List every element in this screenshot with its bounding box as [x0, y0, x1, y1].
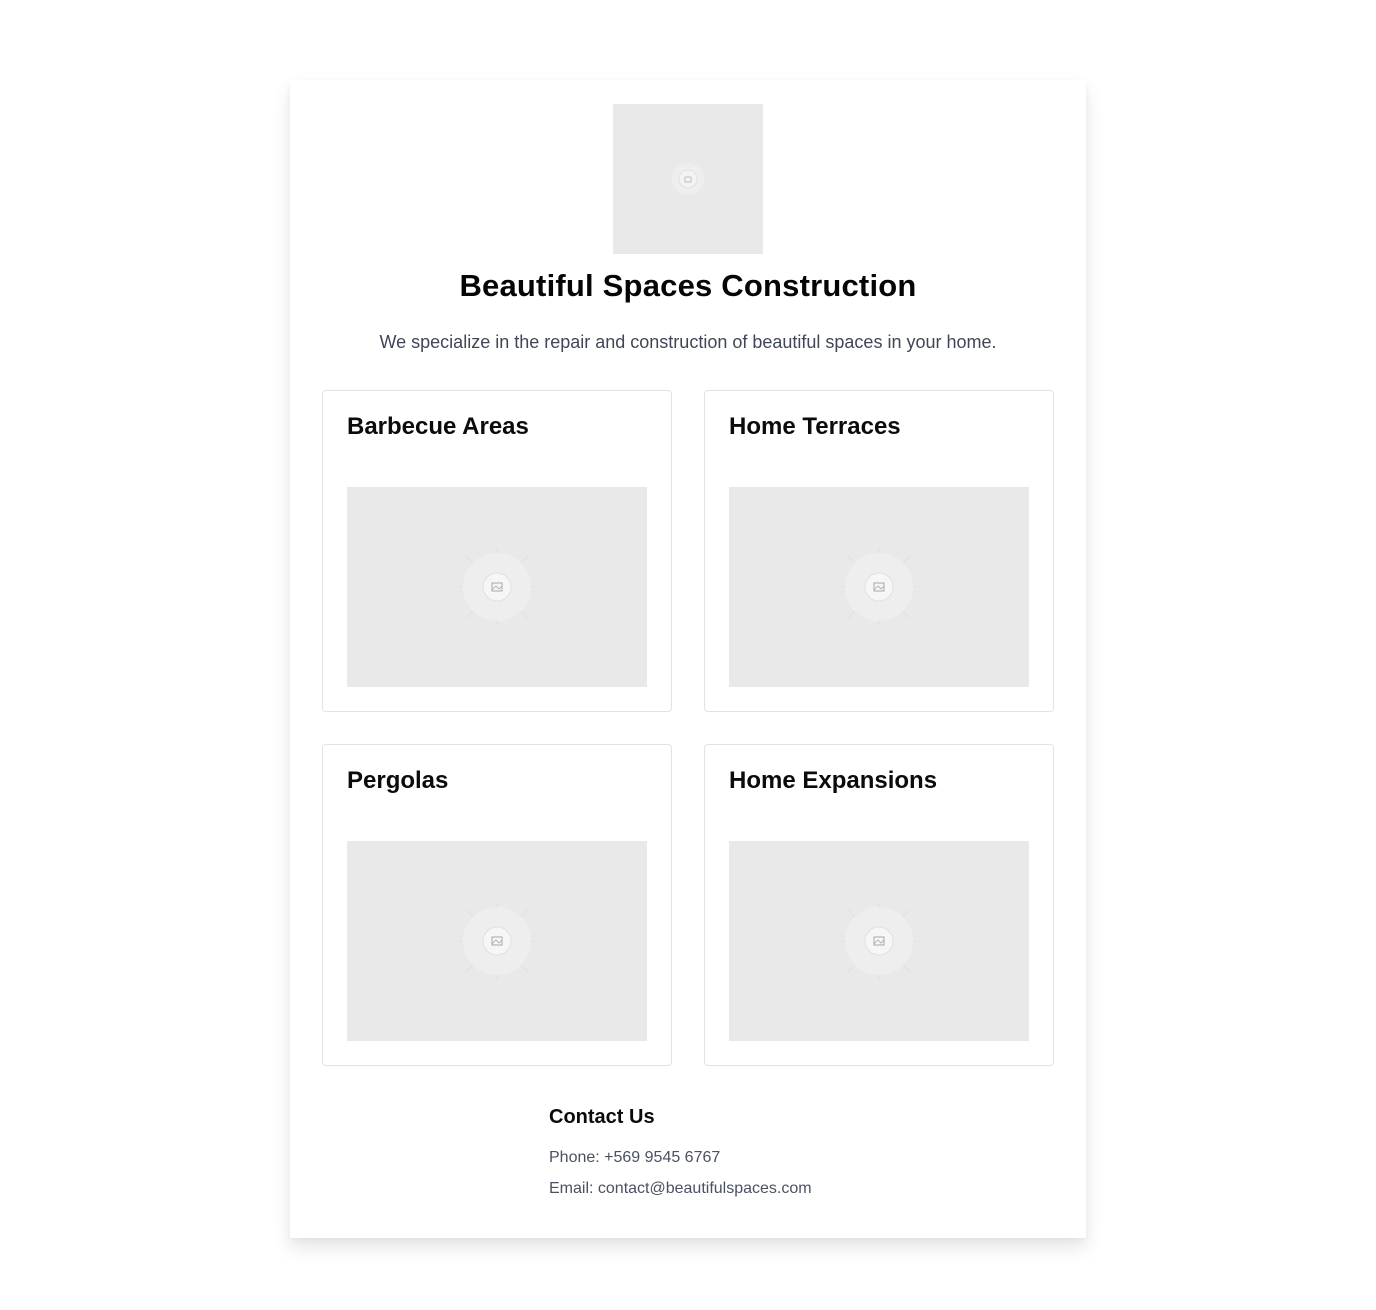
service-card-barbecue-areas: Barbecue Areas: [322, 390, 672, 712]
service-title: Home Terraces: [729, 413, 901, 440]
page-title: Beautiful Spaces Construction: [459, 268, 917, 303]
service-image: [347, 487, 647, 687]
service-title: Barbecue Areas: [347, 413, 529, 440]
service-image: [347, 841, 647, 1041]
service-card-home-expansions: Home Expansions: [704, 744, 1054, 1066]
contact-phone: Phone: +569 9545 6767: [549, 1149, 721, 1166]
service-card-pergolas: Pergolas: [322, 744, 672, 1066]
service-image: [729, 487, 1029, 687]
logo-image: [613, 104, 763, 254]
contact-section: Contact Us Phone: +569 9545 6767 Email: …: [549, 1106, 812, 1211]
page-subtitle: We specialize in the repair and construc…: [379, 332, 997, 352]
service-image: [729, 841, 1029, 1041]
image-placeholder-icon: [837, 545, 921, 629]
page-card: Beautiful Spaces Construction We special…: [290, 80, 1086, 1238]
image-placeholder-icon: [455, 899, 539, 983]
image-placeholder-icon: [455, 545, 539, 629]
service-title: Pergolas: [347, 767, 449, 794]
image-placeholder-icon: [671, 162, 705, 196]
contact-email: Email: contact@beautifulspaces.com: [549, 1180, 812, 1197]
image-placeholder-icon: [837, 899, 921, 983]
service-title: Home Expansions: [729, 767, 938, 794]
contact-title: Contact Us: [549, 1106, 655, 1128]
service-card-home-terraces: Home Terraces: [704, 390, 1054, 712]
